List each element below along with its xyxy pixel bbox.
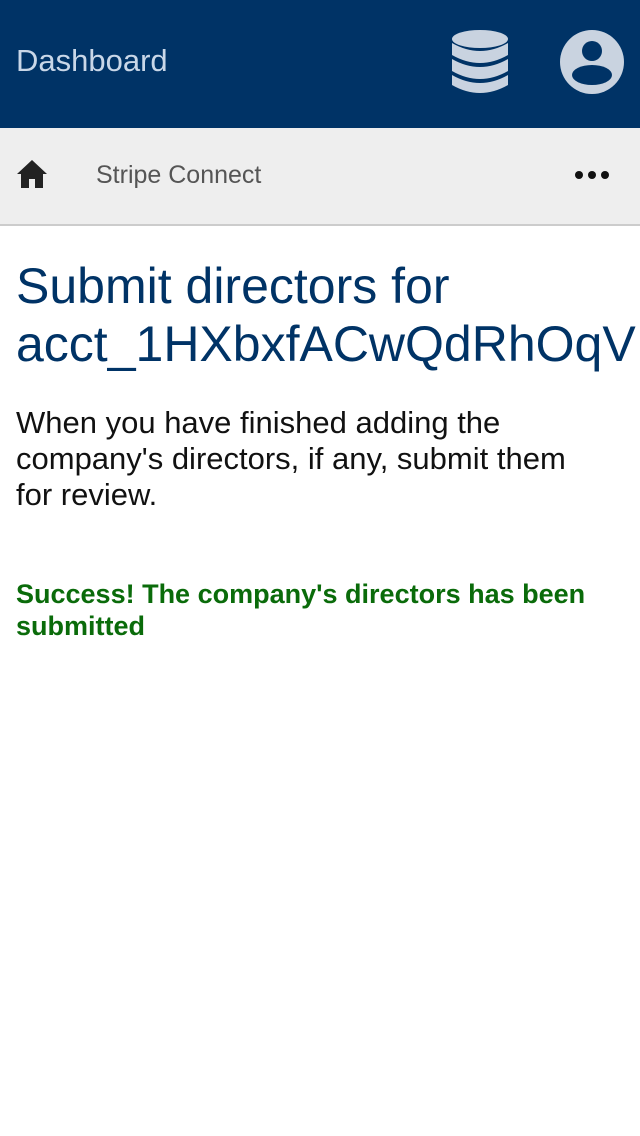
more-horizontal-icon xyxy=(574,167,610,185)
page-description: When you have finished adding the compan… xyxy=(16,405,566,512)
page-title-account-id: acct_1HXbxfACwQdRhOqV xyxy=(16,316,636,372)
page-title-line-1: Submit directors for xyxy=(16,258,450,314)
more-menu-button[interactable] xyxy=(566,152,618,200)
database-icon xyxy=(451,29,509,100)
breadcrumb-bar: Stripe Connect xyxy=(0,128,640,226)
breadcrumb-current: Stripe Connect xyxy=(96,161,262,189)
account-circle-icon xyxy=(559,29,625,100)
success-message: Success! The company's directors has bee… xyxy=(16,579,586,641)
home-icon xyxy=(16,159,48,194)
page-title: Submit directors for acct_1HXbxfACwQdRhO… xyxy=(16,257,640,373)
app-title[interactable]: Dashboard xyxy=(16,43,168,79)
account-button[interactable] xyxy=(556,28,628,100)
home-button[interactable] xyxy=(8,152,56,200)
database-button[interactable] xyxy=(446,28,514,100)
top-app-bar: Dashboard xyxy=(0,0,640,128)
